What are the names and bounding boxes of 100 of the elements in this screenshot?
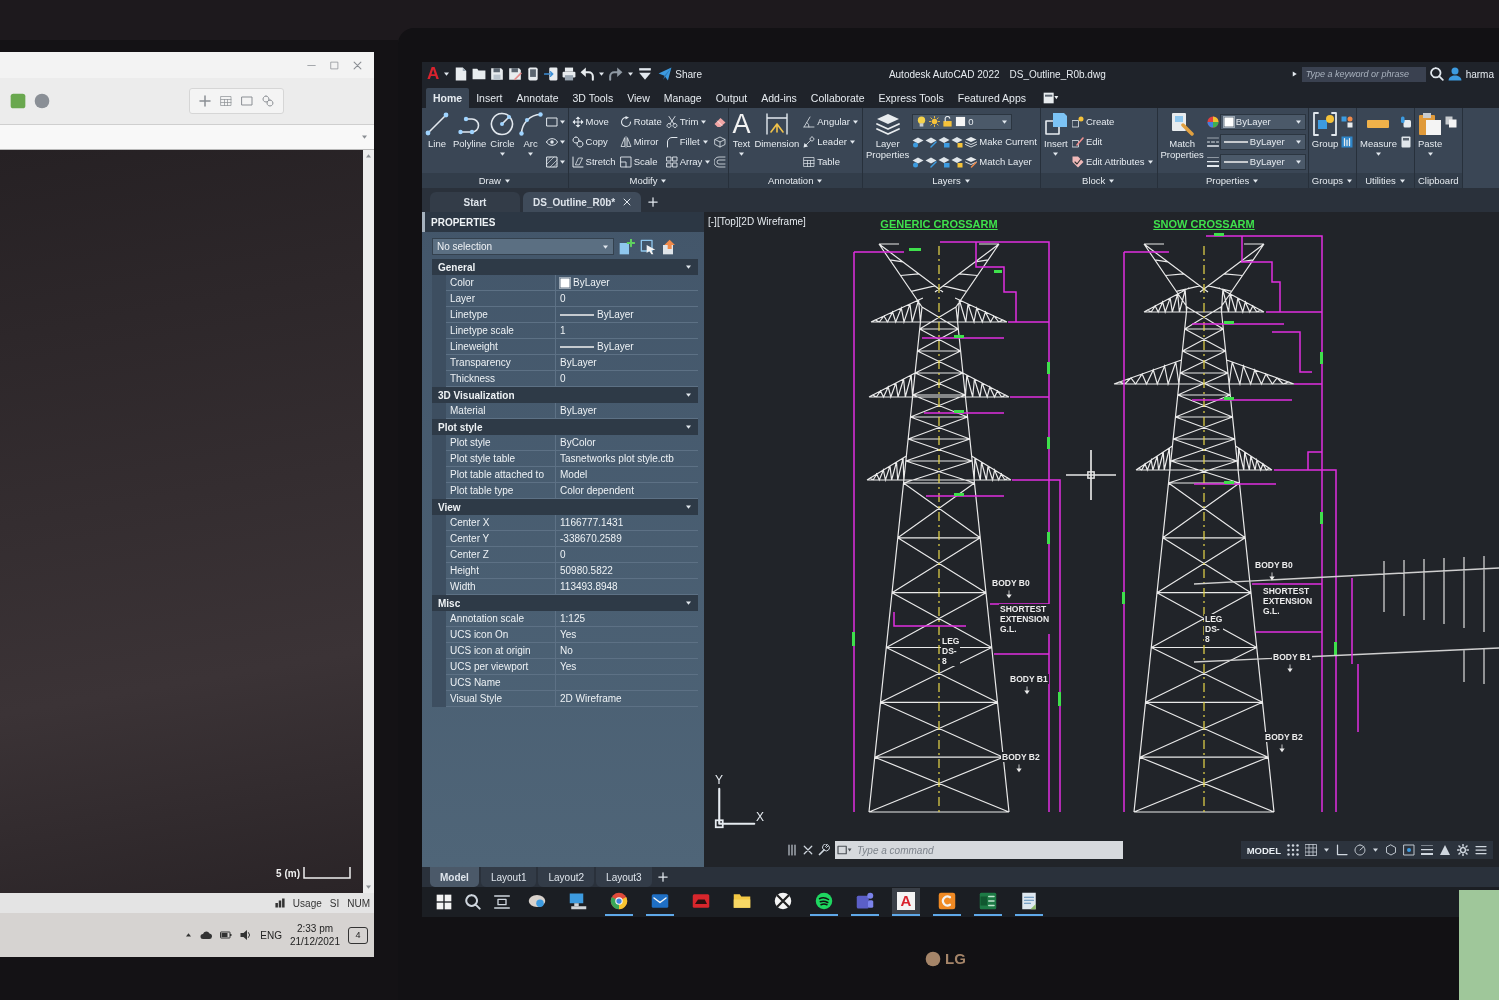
property-value[interactable]: Tasnetworks plot style.ctb <box>560 453 674 464</box>
tool-button[interactable]: Copy <box>570 135 609 148</box>
user-name[interactable]: harma <box>1465 68 1494 80</box>
ribbon-tab[interactable]: Home <box>426 88 470 108</box>
property-value[interactable]: Color dependent <box>560 485 634 496</box>
caret-icon[interactable] <box>558 118 566 125</box>
property-value[interactable]: 2D Wireframe <box>560 693 622 704</box>
dropdown[interactable]: 0 <box>912 113 1013 130</box>
layer-square-icon[interactable] <box>938 155 951 168</box>
calculator-icon[interactable] <box>1399 135 1412 148</box>
tool-button[interactable]: Create <box>1070 115 1116 128</box>
property-value[interactable]: 113493.8948 <box>560 581 618 592</box>
section-header[interactable]: General <box>432 259 698 275</box>
search-field[interactable]: Type a keyword or phrase <box>1301 66 1426 82</box>
copy-pages-icon[interactable] <box>1445 115 1458 128</box>
speaker-icon[interactable] <box>240 929 253 941</box>
tool-button[interactable]: Circle <box>489 112 516 157</box>
battery-icon[interactable] <box>220 929 233 941</box>
ribbon-tab[interactable]: Collaborate <box>803 88 872 108</box>
ribbon-tab[interactable]: View <box>620 88 657 108</box>
color-wheel-icon[interactable] <box>1206 115 1219 128</box>
panel-title-button[interactable]: Draw <box>422 173 568 188</box>
round-button-icon[interactable] <box>34 93 50 109</box>
cube-icon[interactable] <box>714 135 727 148</box>
command-input[interactable]: Type a command <box>853 841 1123 859</box>
shapes-icon[interactable] <box>1341 115 1354 128</box>
cursor-box-icon[interactable] <box>640 238 656 255</box>
layer-lock-icon[interactable] <box>951 155 964 168</box>
tool-button[interactable]: Line <box>424 112 450 149</box>
property-value[interactable]: No <box>560 645 573 656</box>
panel-title-button[interactable]: Clipboard <box>1414 173 1462 188</box>
property-value[interactable]: 1166777.1431 <box>560 517 624 528</box>
property-value[interactable]: ByLayer <box>560 405 597 416</box>
ribbon-tab[interactable]: Insert <box>469 88 510 108</box>
tool-button[interactable]: Paste <box>1416 112 1444 157</box>
tool-button[interactable]: A Text <box>731 112 752 157</box>
hatch-icon[interactable] <box>545 155 558 168</box>
panel-title-button[interactable]: Modify <box>568 173 729 188</box>
layout-tab[interactable]: Layout1 <box>480 867 537 887</box>
panel-title-button[interactable]: Properties <box>1157 173 1308 188</box>
layer-square-icon[interactable] <box>938 135 951 148</box>
tool-button[interactable]: Rotate <box>618 115 663 128</box>
panel-title-button[interactable]: Utilities <box>1356 173 1414 188</box>
table-icon[interactable] <box>220 95 232 107</box>
caret-icon[interactable] <box>1323 847 1330 853</box>
app-tile-icon[interactable] <box>10 93 26 109</box>
panel-title-button[interactable]: Layers <box>863 173 1040 188</box>
menu-caret-icon[interactable] <box>638 67 653 81</box>
ribbon-tab[interactable]: Annotate <box>509 88 566 108</box>
property-value[interactable]: 1 <box>560 325 566 336</box>
user-icon[interactable] <box>1447 67 1462 81</box>
device-arrow-icon[interactable] <box>544 67 559 81</box>
ribbon-tab[interactable]: Add-ins <box>754 88 804 108</box>
selection-dropdown[interactable]: No selection <box>432 238 614 255</box>
offset-curves-icon[interactable] <box>714 155 727 168</box>
dot-grid-icon[interactable] <box>1287 844 1299 856</box>
hexagon-icon[interactable] <box>1385 844 1397 856</box>
eye-icon[interactable] <box>545 135 558 148</box>
layer-pencil-icon[interactable] <box>925 155 938 168</box>
panel-title-button[interactable]: Annotation <box>729 173 863 188</box>
page-icon[interactable] <box>454 67 469 81</box>
layout-tab[interactable]: Layout2 <box>538 867 595 887</box>
taskbar-app[interactable]: A <box>892 888 920 916</box>
ribbon-tab[interactable]: Output <box>708 88 755 108</box>
caret-icon[interactable] <box>558 138 566 145</box>
property-value[interactable]: Model <box>560 469 588 480</box>
vertical-scrollbar[interactable] <box>363 150 374 893</box>
phone-icon[interactable] <box>526 67 541 81</box>
file-tab[interactable]: Start <box>430 192 520 212</box>
property-value[interactable]: 0 <box>560 293 566 304</box>
tool-button[interactable]: Table <box>802 155 841 168</box>
property-value[interactable]: -338670.2589 <box>560 533 622 544</box>
printer-icon[interactable] <box>562 67 577 81</box>
corner-icon[interactable] <box>1336 844 1348 856</box>
tool-button[interactable]: Fillet <box>664 135 710 148</box>
cloud-icon[interactable] <box>200 929 213 941</box>
grip-icon[interactable] <box>786 844 798 856</box>
tool-button[interactable]: Edit <box>1070 135 1104 148</box>
layer-lock-icon[interactable] <box>951 135 964 148</box>
tool-button[interactable]: Stretch <box>570 155 617 168</box>
caret-icon[interactable] <box>627 71 635 77</box>
ribbon-tab[interactable]: 3D Tools <box>565 88 621 108</box>
property-value[interactable]: ByLayer <box>597 309 634 320</box>
dropdown[interactable]: ByLayer <box>1219 153 1306 170</box>
layer-dot-icon[interactable] <box>912 135 925 148</box>
eraser-icon[interactable] <box>714 115 727 128</box>
share-button[interactable]: Share <box>656 67 704 81</box>
panel-title-button[interactable]: Groups <box>1308 173 1356 188</box>
notification-button[interactable]: 4 <box>348 926 368 944</box>
property-value[interactable]: ByLayer <box>573 277 610 288</box>
search-icon[interactable] <box>465 894 481 910</box>
ribbon-tab[interactable]: Featured Apps <box>950 88 1033 108</box>
property-value[interactable]: ByLayer <box>597 341 634 352</box>
clock-date[interactable]: 21/12/2021 <box>289 935 340 948</box>
redo-icon[interactable] <box>609 67 624 81</box>
window-toggle-icon[interactable] <box>1043 90 1059 106</box>
rounded-tiles-icon[interactable] <box>1399 115 1412 128</box>
tool-button[interactable]: Edit Attributes <box>1070 155 1155 168</box>
tool-button[interactable]: Array <box>664 155 713 168</box>
tool-button[interactable]: Move <box>570 115 610 128</box>
